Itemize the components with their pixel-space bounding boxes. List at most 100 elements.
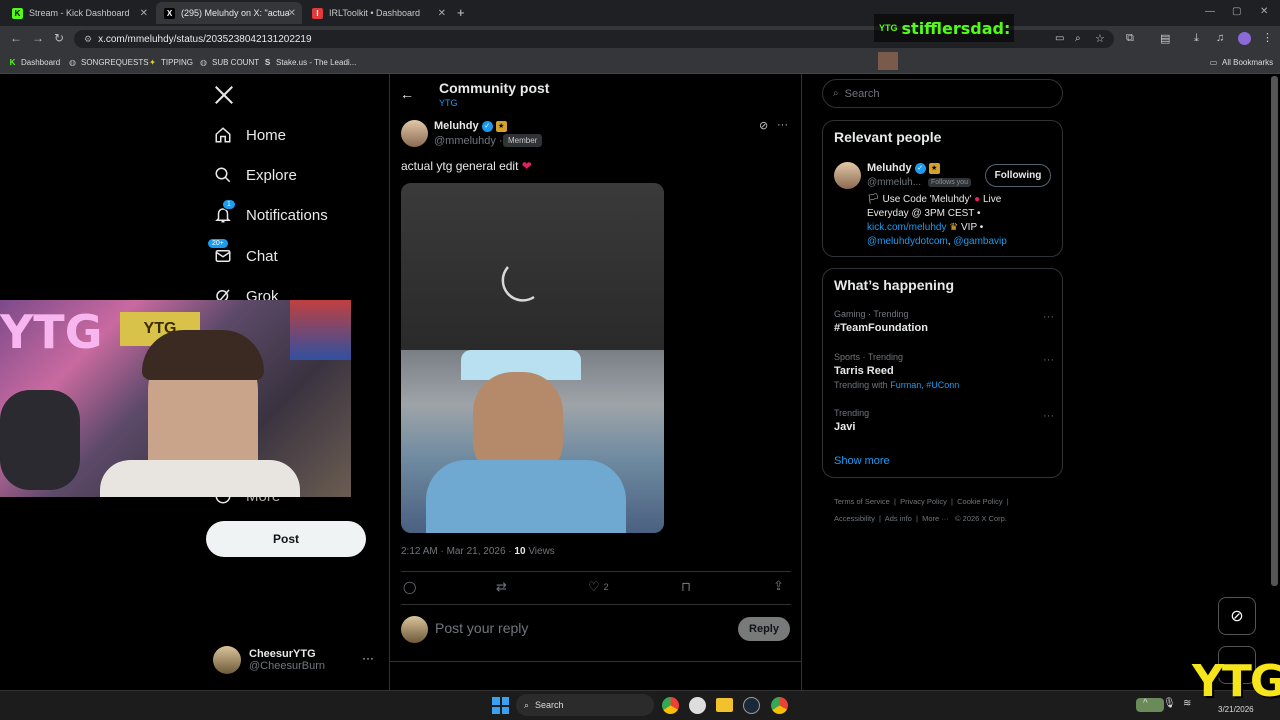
minimize-button[interactable]: — [1205, 6, 1215, 17]
trend-links[interactable]: Furman, #UConn [890, 380, 959, 390]
trend-item[interactable]: Gaming · Trending #TeamFoundation ··· [834, 309, 1054, 334]
nav-chat[interactable]: 20+ Chat [207, 238, 278, 270]
following-button[interactable]: Following [985, 164, 1051, 187]
author-row[interactable]: Meluhdy ✓ ★ [434, 120, 507, 132]
tab-kick-dashboard[interactable]: K Stream - Kick Dashboard ✕ [4, 2, 154, 24]
page-scrollbar[interactable] [1271, 76, 1278, 586]
more-icon[interactable]: ··· [362, 651, 374, 665]
footer-link[interactable]: Cookie Policy [957, 497, 1002, 506]
red-dot-icon: ● [974, 194, 981, 205]
site-info-icon[interactable]: ⚙ [84, 34, 92, 45]
mic-icon[interactable]: 🎙 [1163, 698, 1176, 709]
chat-username: stifflersdad: [901, 18, 1011, 38]
extensions-icon[interactable]: ⧉ [1126, 32, 1134, 45]
footer-link[interactable]: Privacy Policy [900, 497, 947, 506]
like-button[interactable]: ♡ 2 [588, 579, 609, 595]
media-icon[interactable]: ♫ [1216, 32, 1224, 44]
taskbar-search[interactable]: ⌕ Search [516, 694, 1164, 716]
more-icon[interactable]: ··· [1043, 354, 1054, 366]
more-icon[interactable]: ··· [1043, 410, 1054, 422]
footer-link[interactable]: Ads info [885, 514, 912, 523]
reload-icon[interactable]: ↻ [54, 31, 64, 45]
kick-icon: K [9, 57, 16, 67]
x-logo-icon[interactable] [213, 84, 235, 111]
community-link[interactable]: YTG [439, 98, 458, 108]
bookmark-stake[interactable]: S Stake.us - The Leadi... [263, 55, 357, 69]
show-more-link[interactable]: Show more [834, 455, 890, 467]
account-switcher[interactable]: CheesurYTG @CheesurBurn ··· [213, 645, 378, 675]
repost-icon[interactable]: ⇄ [496, 579, 507, 595]
obs-icon[interactable] [689, 697, 706, 714]
post-text: actual ytg general edit ❤ [401, 159, 532, 173]
bookmark-star-icon[interactable]: ☆ [1095, 32, 1105, 45]
steam-icon[interactable] [743, 697, 760, 714]
nav-explore[interactable]: Explore [213, 161, 297, 189]
more-icon[interactable]: ··· [1043, 311, 1054, 323]
footer-link[interactable]: Terms of Service [834, 497, 890, 506]
crown-icon: ♛ [949, 222, 959, 233]
mention-link[interactable]: @meluhdydotcom [867, 236, 948, 247]
bookmark-songrequests[interactable]: ◍ SONGREQUESTS [68, 55, 149, 69]
reply-button[interactable]: Reply [738, 617, 790, 641]
close-tab-icon[interactable]: ✕ [288, 8, 296, 19]
menu-icon[interactable]: ⋮ [1262, 31, 1273, 44]
affiliate-badge-icon: ★ [928, 162, 940, 174]
search-input[interactable]: ⌕ Search [822, 79, 1063, 108]
reply-input[interactable]: Post your reply [435, 620, 528, 636]
divider [401, 571, 791, 572]
chrome-icon[interactable] [662, 697, 679, 714]
tray-chevron-icon[interactable]: ^ [1143, 698, 1148, 709]
wifi-icon[interactable]: ≋ [1183, 698, 1191, 709]
nav-home[interactable]: Home [213, 121, 286, 149]
download-icon[interactable]: ⤓ [1194, 32, 1199, 45]
reply-icon[interactable]: ◯ [403, 580, 416, 594]
maximize-button[interactable]: ▢ [1232, 6, 1241, 17]
new-tab-button[interactable]: + [457, 5, 465, 20]
tab-x-post[interactable]: X (295) Meluhdy on X: "actual ✕ [156, 2, 302, 24]
trend-item[interactable]: Sports · Trending Tarris Reed Trending w… [834, 352, 1054, 390]
post-video[interactable] [401, 183, 664, 533]
tab-title: (295) Meluhdy on X: "actual [181, 8, 289, 18]
grok-floating-button[interactable]: ⊘ [1218, 597, 1256, 635]
person-handle[interactable]: @mmeluh... [867, 177, 921, 188]
close-tab-icon[interactable]: ✕ [140, 8, 148, 19]
bookmark-tipping[interactable]: ✦ TIPPING [148, 55, 193, 69]
back-arrow-icon[interactable]: ← [400, 86, 414, 102]
trend-item[interactable]: Trending Javi ··· [834, 408, 1054, 433]
ytg-watermark: YTG [1192, 656, 1280, 707]
bookmark-dashboard[interactable]: K Dashboard [8, 55, 61, 69]
irltoolkit-icon: I [312, 7, 323, 19]
footer-link[interactable]: Accessibility [834, 514, 875, 523]
author-handle[interactable]: @mmeluhdy · [434, 135, 503, 147]
start-icon[interactable] [492, 697, 509, 714]
bio-link[interactable]: kick.com/meluhdy [867, 222, 946, 233]
close-window-button[interactable]: ✕ [1260, 6, 1268, 17]
more-icon[interactable]: ··· [777, 119, 788, 131]
file-explorer-icon[interactable] [716, 698, 733, 712]
bookmark-subcount[interactable]: ◍ SUB COUNT [199, 55, 259, 69]
profile-avatar[interactable] [1238, 32, 1251, 45]
chrome-icon[interactable] [771, 697, 788, 714]
post-button[interactable]: Post [206, 521, 366, 557]
follows-you-badge: Follows you [928, 178, 971, 187]
person-name-row[interactable]: Meluhdy ✓ ★ [867, 162, 940, 174]
sidepanel-icon[interactable]: ▤ [1160, 32, 1170, 45]
forward-icon[interactable]: → [32, 31, 44, 45]
nav-notifications[interactable]: 1 Notifications [213, 199, 328, 229]
tab-irltoolkit[interactable]: I IRLToolkit • Dashboard ✕ [304, 2, 452, 24]
page-title: Community post [439, 80, 550, 96]
back-icon[interactable]: ← [10, 31, 22, 45]
zoom-icon[interactable]: ⌕ [1075, 33, 1081, 44]
mention-link[interactable]: @gambavip [953, 236, 1007, 247]
avatar[interactable] [834, 162, 861, 189]
cast-icon[interactable]: ▭ [1055, 33, 1064, 44]
notification-badge: 1 [222, 199, 236, 210]
grok-icon[interactable]: ⊘ [759, 119, 768, 132]
all-bookmarks[interactable]: ▭ All Bookmarks [1209, 55, 1273, 69]
streamer-shirt [100, 460, 300, 497]
author-avatar[interactable] [401, 120, 428, 147]
share-icon[interactable]: ⇪ [773, 578, 784, 594]
footer-link[interactable]: More ··· [922, 514, 949, 523]
bookmark-icon[interactable]: ⊓ [681, 579, 691, 595]
close-tab-icon[interactable]: ✕ [438, 8, 446, 19]
